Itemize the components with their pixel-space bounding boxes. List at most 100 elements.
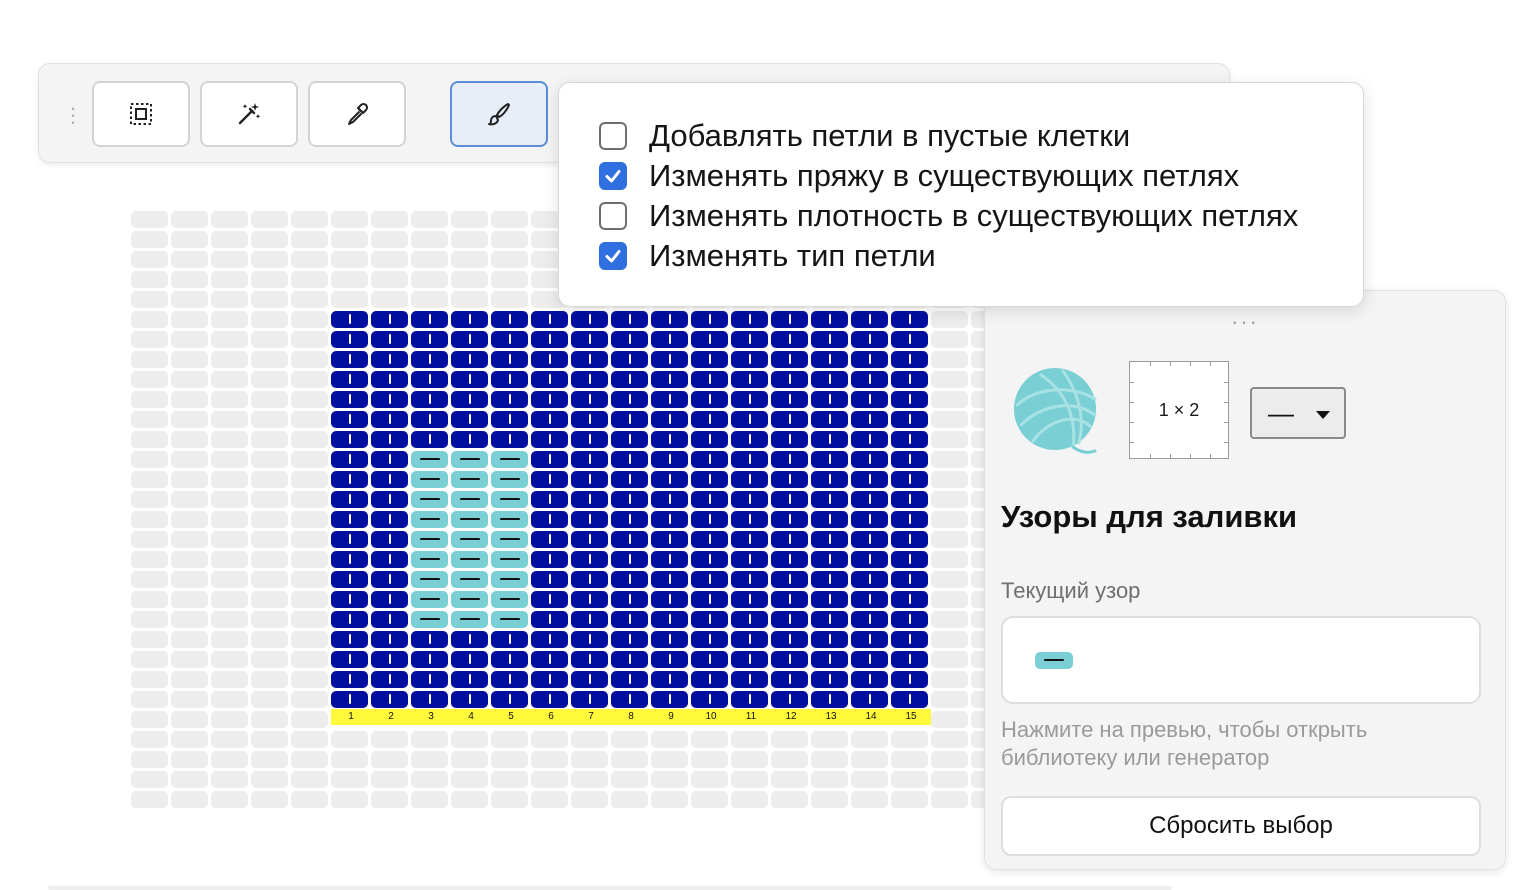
knit-stitch[interactable] bbox=[651, 651, 688, 668]
empty-cell[interactable] bbox=[931, 751, 968, 768]
empty-cell[interactable] bbox=[171, 671, 208, 688]
empty-cell[interactable] bbox=[251, 731, 288, 748]
panel-drag-handle-icon[interactable]: ··· bbox=[1225, 311, 1265, 333]
empty-cell[interactable] bbox=[211, 331, 248, 348]
empty-cell[interactable] bbox=[251, 431, 288, 448]
purl-stitch[interactable] bbox=[411, 591, 448, 608]
knit-stitch[interactable] bbox=[651, 591, 688, 608]
empty-cell[interactable] bbox=[171, 711, 208, 728]
purl-stitch[interactable] bbox=[491, 591, 528, 608]
knit-stitch[interactable] bbox=[731, 651, 768, 668]
empty-cell[interactable] bbox=[691, 771, 728, 788]
knit-stitch[interactable] bbox=[491, 311, 528, 328]
knit-stitch[interactable] bbox=[731, 571, 768, 588]
knit-stitch[interactable] bbox=[531, 511, 568, 528]
empty-cell[interactable] bbox=[611, 771, 648, 788]
knit-stitch[interactable] bbox=[851, 411, 888, 428]
knit-stitch[interactable] bbox=[811, 651, 848, 668]
empty-cell[interactable] bbox=[931, 731, 968, 748]
purl-stitch[interactable] bbox=[491, 511, 528, 528]
knit-stitch[interactable] bbox=[731, 351, 768, 368]
empty-cell[interactable] bbox=[171, 791, 208, 808]
knit-stitch[interactable] bbox=[851, 631, 888, 648]
empty-cell[interactable] bbox=[291, 491, 328, 508]
magic-wand-tool-button[interactable] bbox=[200, 81, 298, 147]
empty-cell[interactable] bbox=[411, 791, 448, 808]
empty-cell[interactable] bbox=[931, 351, 968, 368]
knit-stitch[interactable] bbox=[771, 451, 808, 468]
knit-stitch[interactable] bbox=[531, 491, 568, 508]
empty-cell[interactable] bbox=[291, 291, 328, 308]
empty-cell[interactable] bbox=[491, 291, 528, 308]
empty-cell[interactable] bbox=[771, 751, 808, 768]
empty-cell[interactable] bbox=[931, 651, 968, 668]
knit-stitch[interactable] bbox=[571, 491, 608, 508]
knit-stitch[interactable] bbox=[891, 391, 928, 408]
empty-cell[interactable] bbox=[331, 251, 368, 268]
knit-stitch[interactable] bbox=[851, 671, 888, 688]
knit-stitch[interactable] bbox=[491, 371, 528, 388]
empty-cell[interactable] bbox=[211, 271, 248, 288]
empty-cell[interactable] bbox=[131, 711, 168, 728]
purl-stitch[interactable] bbox=[411, 551, 448, 568]
purl-stitch[interactable] bbox=[491, 531, 528, 548]
knit-stitch[interactable] bbox=[651, 511, 688, 528]
knit-stitch[interactable] bbox=[571, 531, 608, 548]
empty-cell[interactable] bbox=[771, 731, 808, 748]
empty-cell[interactable] bbox=[131, 771, 168, 788]
knit-stitch[interactable] bbox=[691, 531, 728, 548]
knit-stitch[interactable] bbox=[611, 471, 648, 488]
knit-stitch[interactable] bbox=[611, 531, 648, 548]
empty-cell[interactable] bbox=[131, 671, 168, 688]
empty-cell[interactable] bbox=[931, 551, 968, 568]
knit-stitch[interactable] bbox=[731, 591, 768, 608]
empty-cell[interactable] bbox=[171, 231, 208, 248]
empty-cell[interactable] bbox=[451, 231, 488, 248]
empty-cell[interactable] bbox=[211, 431, 248, 448]
knit-stitch[interactable] bbox=[411, 371, 448, 388]
empty-cell[interactable] bbox=[251, 551, 288, 568]
checkbox-unchecked[interactable] bbox=[599, 202, 627, 230]
empty-cell[interactable] bbox=[251, 711, 288, 728]
empty-cell[interactable] bbox=[731, 791, 768, 808]
knit-stitch[interactable] bbox=[811, 431, 848, 448]
knit-stitch[interactable] bbox=[811, 491, 848, 508]
empty-cell[interactable] bbox=[331, 791, 368, 808]
knit-stitch[interactable] bbox=[411, 351, 448, 368]
knit-stitch[interactable] bbox=[691, 411, 728, 428]
empty-cell[interactable] bbox=[931, 591, 968, 608]
empty-cell[interactable] bbox=[171, 691, 208, 708]
knit-stitch[interactable] bbox=[611, 671, 648, 688]
knit-stitch[interactable] bbox=[371, 571, 408, 588]
empty-cell[interactable] bbox=[171, 551, 208, 568]
knit-stitch[interactable] bbox=[731, 431, 768, 448]
knit-stitch[interactable] bbox=[571, 691, 608, 708]
empty-cell[interactable] bbox=[411, 251, 448, 268]
empty-cell[interactable] bbox=[291, 271, 328, 288]
empty-cell[interactable] bbox=[291, 551, 328, 568]
empty-cell[interactable] bbox=[131, 211, 168, 228]
empty-cell[interactable] bbox=[891, 731, 928, 748]
knit-stitch[interactable] bbox=[411, 691, 448, 708]
purl-stitch[interactable] bbox=[411, 451, 448, 468]
empty-cell[interactable] bbox=[131, 431, 168, 448]
knit-stitch[interactable] bbox=[691, 431, 728, 448]
knit-stitch[interactable] bbox=[531, 591, 568, 608]
knit-stitch[interactable] bbox=[851, 691, 888, 708]
empty-cell[interactable] bbox=[891, 751, 928, 768]
purl-stitch[interactable] bbox=[451, 511, 488, 528]
empty-cell[interactable] bbox=[131, 731, 168, 748]
purl-stitch[interactable] bbox=[451, 611, 488, 628]
knit-stitch[interactable] bbox=[531, 631, 568, 648]
empty-cell[interactable] bbox=[451, 291, 488, 308]
knit-stitch[interactable] bbox=[611, 551, 648, 568]
empty-cell[interactable] bbox=[171, 631, 208, 648]
empty-cell[interactable] bbox=[291, 571, 328, 588]
knit-stitch[interactable] bbox=[771, 371, 808, 388]
empty-cell[interactable] bbox=[931, 311, 968, 328]
empty-cell[interactable] bbox=[211, 591, 248, 608]
gauge-preview[interactable]: 1 × 2 bbox=[1129, 361, 1229, 459]
empty-cell[interactable] bbox=[211, 291, 248, 308]
empty-cell[interactable] bbox=[171, 411, 208, 428]
knit-stitch[interactable] bbox=[651, 691, 688, 708]
